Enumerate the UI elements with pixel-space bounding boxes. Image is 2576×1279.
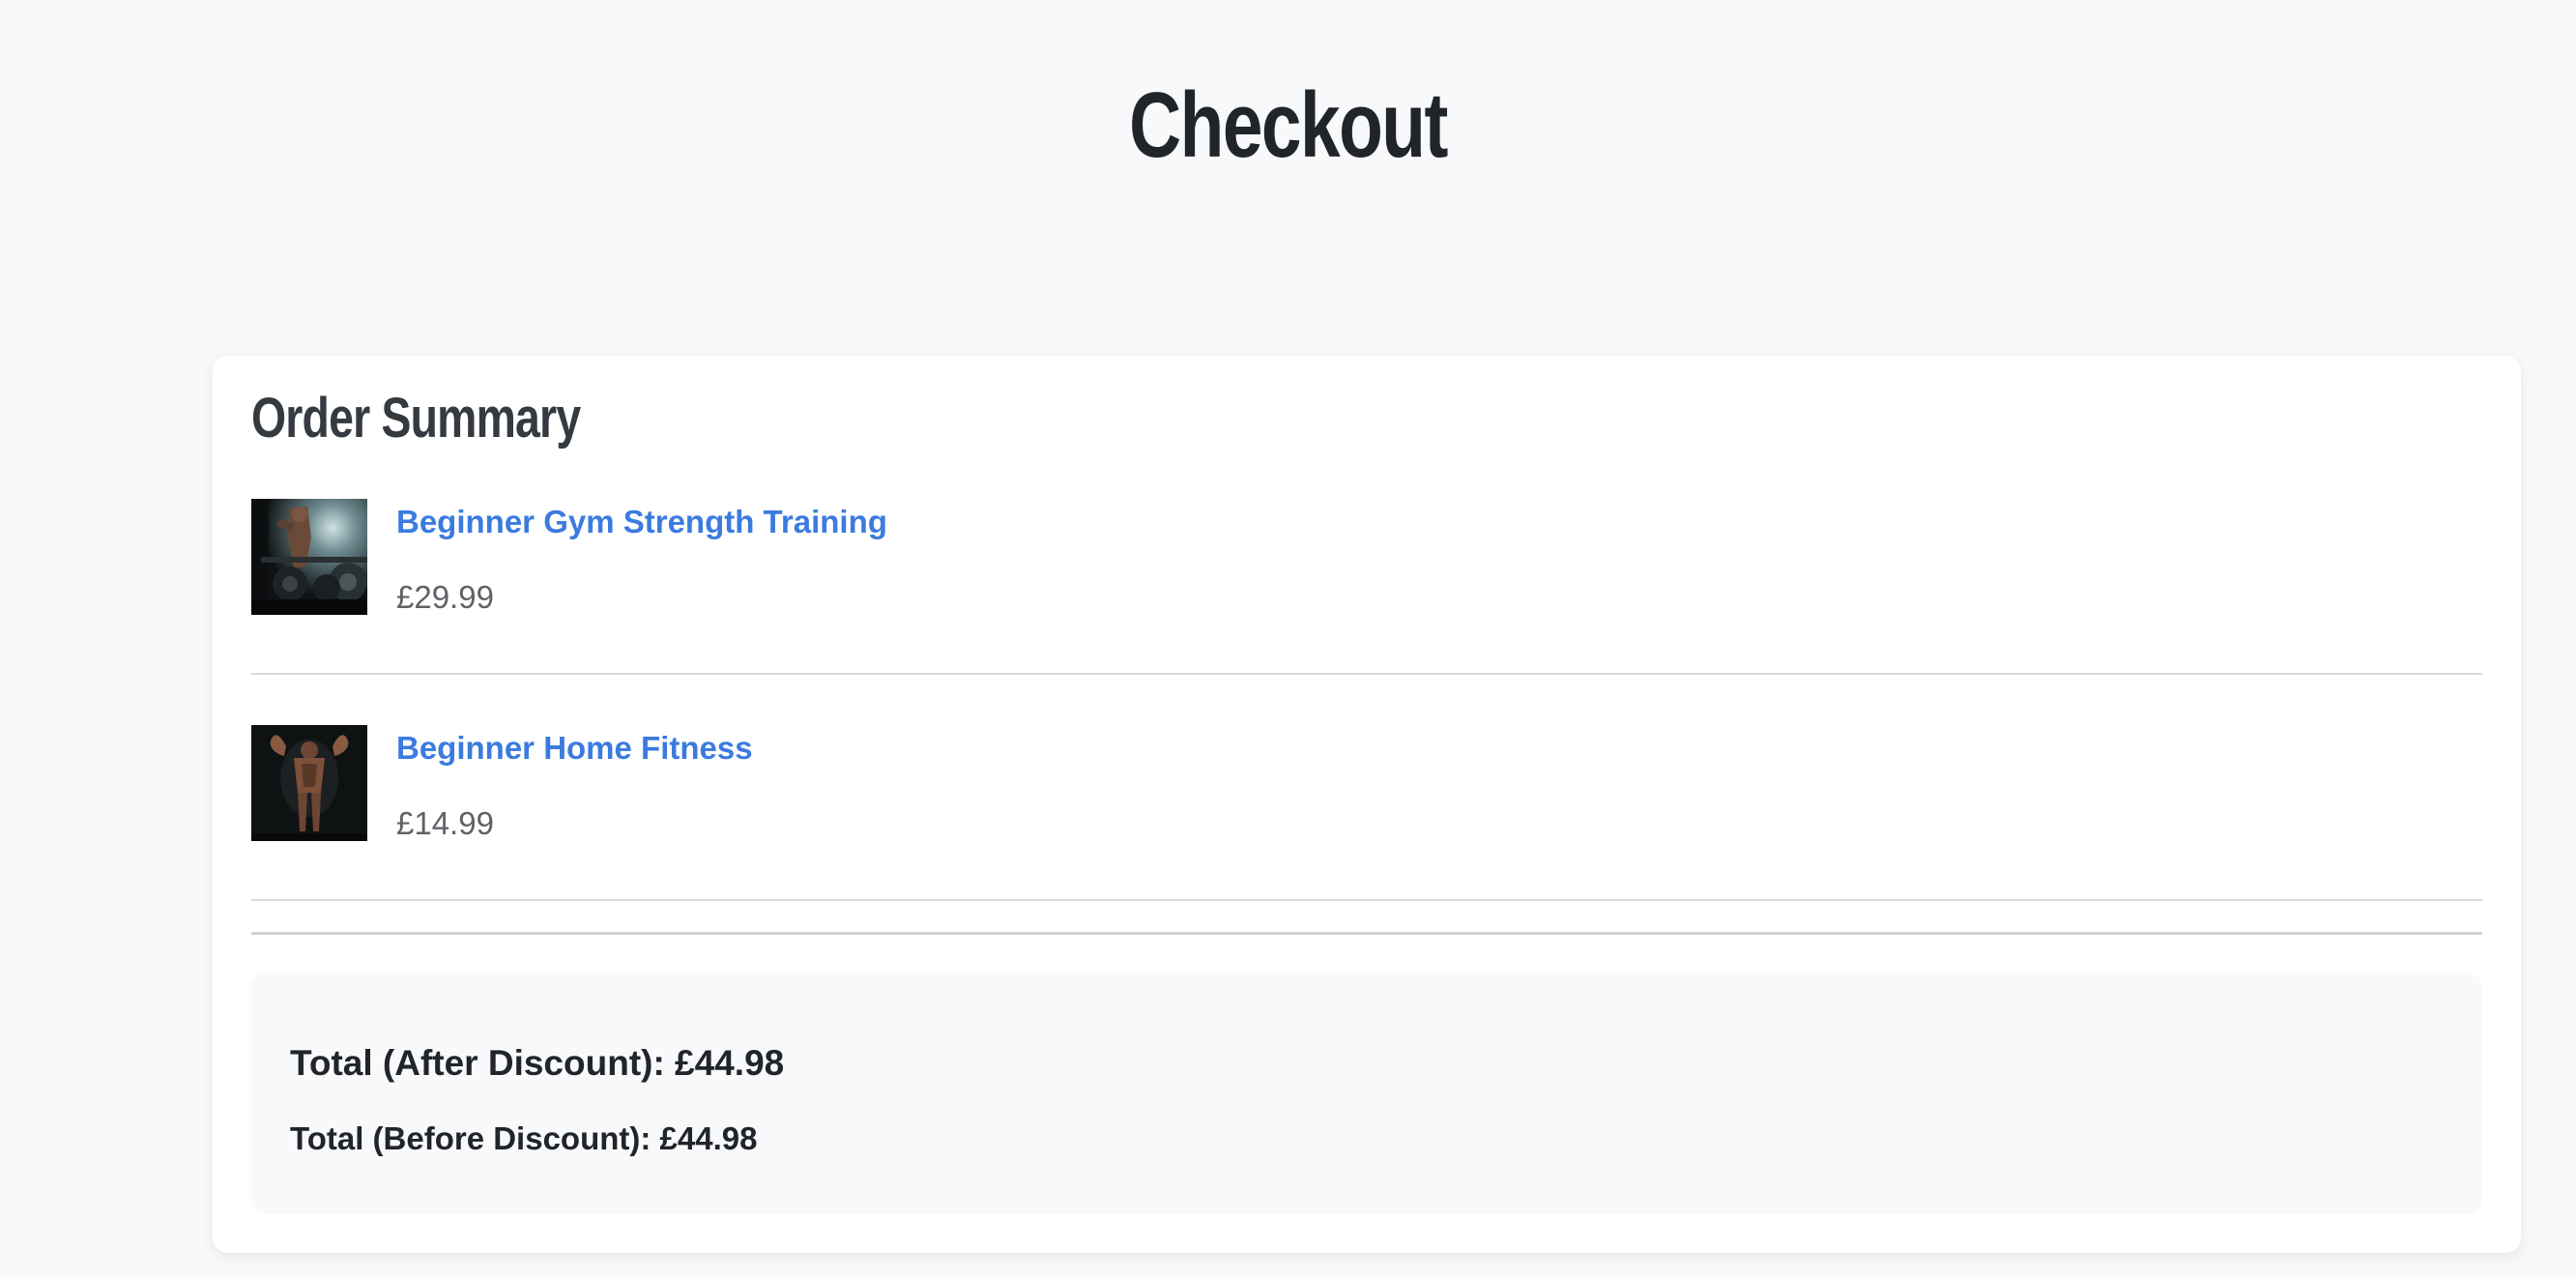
totals-panel: Total (After Discount): £44.98 Total (Be… — [251, 973, 2482, 1214]
item-divider — [251, 899, 2482, 901]
total-after-discount: Total (After Discount): £44.98 — [290, 1043, 785, 1083]
gym-photo-image — [251, 499, 367, 615]
page-title: Checkout — [1129, 73, 1448, 177]
product-link[interactable]: Beginner Gym Strength Training — [396, 503, 887, 541]
order-summary-title: Order Summary — [251, 387, 581, 450]
product-thumbnail[interactable] — [251, 725, 367, 841]
order-item: Beginner Gym Strength Training £29.99 — [251, 499, 2482, 615]
product-thumbnail[interactable] — [251, 499, 367, 615]
product-price: £29.99 — [396, 579, 494, 615]
summary-divider — [251, 932, 2482, 935]
item-divider — [251, 673, 2482, 675]
product-price: £14.99 — [396, 805, 494, 841]
order-summary-card: Order Summary Beginner Gym Strength Trai… — [213, 356, 2521, 1253]
total-before-discount: Total (Before Discount): £44.98 — [290, 1120, 758, 1156]
fitness-photo-image — [251, 725, 367, 841]
order-item: Beginner Home Fitness £14.99 — [251, 725, 2482, 841]
product-link[interactable]: Beginner Home Fitness — [396, 729, 753, 768]
